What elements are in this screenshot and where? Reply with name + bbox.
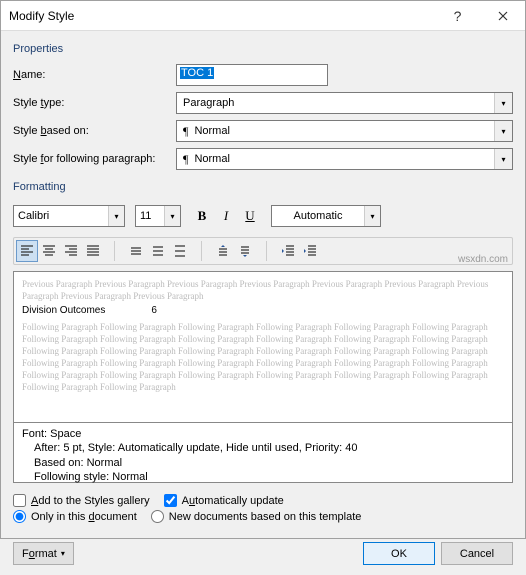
only-in-document-radio[interactable]: Only in this document (13, 510, 137, 523)
chevron-down-icon: ▾ (494, 121, 512, 141)
automatically-update-checkbox[interactable]: Automatically update (164, 494, 284, 507)
style-following-select[interactable]: ¶Normal ▾ (176, 148, 513, 170)
pilcrow-icon: ¶ (183, 124, 188, 139)
font-size-input[interactable] (136, 210, 164, 222)
chevron-down-icon: ▾ (364, 206, 380, 226)
chevron-down-icon: ▾ (494, 93, 512, 113)
dialog-content: Properties Name: TOC 1 Style type: Parag… (1, 31, 525, 536)
close-button[interactable] (480, 1, 525, 31)
font-size-combo[interactable]: ▾ (135, 205, 181, 227)
new-documents-template-radio[interactable]: New documents based on this template (151, 510, 362, 523)
biu-group: B I U (191, 205, 261, 227)
formatting-group-label: Formatting (13, 181, 513, 193)
align-left-button[interactable] (16, 240, 38, 262)
font-color-combo[interactable]: Automatic ▾ (271, 205, 381, 227)
line-spacing-2-button[interactable] (169, 240, 191, 262)
options-group: Add to the Styles gallery Automatically … (13, 491, 513, 526)
style-type-select[interactable]: Paragraph ▾ (176, 92, 513, 114)
space-before-dec-button[interactable] (234, 240, 256, 262)
align-right-button[interactable] (60, 240, 82, 262)
close-icon (498, 11, 508, 21)
help-button[interactable]: ? (435, 1, 480, 31)
label-style-type: Style type: (13, 97, 176, 109)
row-style-type: Style type: Paragraph ▾ (13, 92, 513, 114)
ok-button[interactable]: OK (363, 542, 435, 565)
decrease-indent-button[interactable] (277, 240, 299, 262)
bold-button[interactable]: B (191, 205, 213, 227)
row-name: Name: TOC 1 (13, 64, 513, 86)
chevron-down-icon: ▾ (108, 206, 124, 226)
increase-indent-button[interactable] (299, 240, 321, 262)
row-style-following: Style for following paragraph: ¶Normal ▾ (13, 148, 513, 170)
italic-button[interactable]: I (215, 205, 237, 227)
row-style-based-on: Style based on: ¶Normal ▾ (13, 120, 513, 142)
add-to-gallery-checkbox[interactable]: Add to the Styles gallery (13, 494, 150, 507)
font-name-input[interactable] (14, 210, 108, 222)
chevron-down-icon: ▾ (164, 206, 180, 226)
chevron-down-icon: ▾ (494, 149, 512, 169)
chevron-down-icon: ▾ (61, 549, 65, 558)
preview-box: Previous Paragraph Previous Paragraph Pr… (13, 271, 513, 423)
cancel-button[interactable]: Cancel (441, 542, 513, 565)
line-spacing-15-button[interactable] (147, 240, 169, 262)
formatting-bar: ▾ ▾ B I U Automatic ▾ (13, 205, 513, 227)
align-justify-button[interactable] (82, 240, 104, 262)
paragraph-toolbar: wsxdn.com (13, 237, 513, 265)
line-spacing-1-button[interactable] (125, 240, 147, 262)
label-style-based-on: Style based on: (13, 125, 176, 137)
style-description: Font: Space After: 5 pt, Style: Automati… (13, 423, 513, 483)
align-center-button[interactable] (38, 240, 60, 262)
preview-sample: Division Outcomes6 (22, 304, 504, 318)
watermark: wsxdn.com (458, 254, 508, 265)
font-name-combo[interactable]: ▾ (13, 205, 125, 227)
space-before-inc-button[interactable] (212, 240, 234, 262)
label-style-following: Style for following paragraph: (13, 153, 176, 165)
pilcrow-icon: ¶ (183, 152, 188, 167)
dialog-footer: Format ▾ OK Cancel (1, 536, 525, 575)
titlebar: Modify Style ? (1, 1, 525, 31)
modify-style-dialog: Modify Style ? Properties Name: TOC 1 St… (0, 0, 526, 539)
label-name: Name: (13, 69, 176, 81)
underline-button[interactable]: U (239, 205, 261, 227)
preview-prev-text: Previous Paragraph Previous Paragraph Pr… (22, 278, 504, 302)
dialog-title: Modify Style (9, 9, 435, 23)
style-based-on-select[interactable]: ¶Normal ▾ (176, 120, 513, 142)
format-menu-button[interactable]: Format ▾ (13, 542, 74, 565)
properties-group-label: Properties (13, 43, 513, 55)
preview-next-text: Following Paragraph Following Paragraph … (22, 321, 504, 394)
